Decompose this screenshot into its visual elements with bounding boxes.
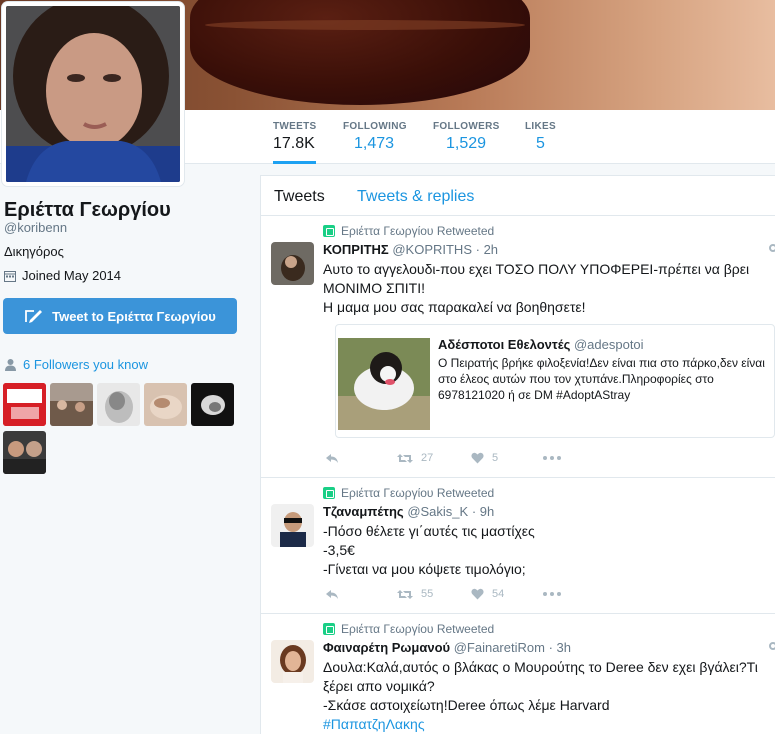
- heart-icon: [471, 588, 484, 600]
- tweet[interactable]: Εριέττα Γεωργίου Retweeted Τζαναμπέτης @…: [261, 478, 775, 614]
- quoted-tweet-text: Ο Πειρατής βρήκε φιλοξενία!Δεν είναι πια…: [438, 356, 765, 402]
- follower-avatar[interactable]: [3, 383, 46, 426]
- tweet-time[interactable]: · 3h: [549, 640, 571, 655]
- nav-likes[interactable]: LIKES 5: [525, 121, 556, 153]
- tweet-author-name[interactable]: Φαιναρέτη Ρωμανού: [323, 640, 450, 655]
- like-button[interactable]: 54: [471, 588, 543, 600]
- more-icon: [543, 456, 561, 460]
- nav-following[interactable]: FOLLOWING 1,473: [343, 121, 407, 153]
- person-icon: [5, 359, 16, 371]
- more-button[interactable]: [543, 456, 561, 460]
- tweet[interactable]: Εριέττα Γεωργίου Retweeted Φαιναρέτη Ρωμ…: [261, 614, 775, 734]
- more-button[interactable]: [543, 592, 561, 596]
- nav-followers[interactable]: FOLLOWERS 1,529: [433, 121, 500, 153]
- hashtag-link[interactable]: #ΠαπατζηΛακης: [323, 715, 773, 734]
- tweet-actions: 55 54: [325, 588, 561, 600]
- quoted-author-name: Αδέσποτοι Εθελοντές: [438, 337, 571, 352]
- tweet-options-icon[interactable]: [769, 642, 775, 650]
- quoted-tweet-image: [338, 338, 430, 430]
- tweet-avatar[interactable]: [271, 640, 314, 683]
- tab-tweets[interactable]: Tweets: [274, 188, 325, 206]
- followers-you-know-link[interactable]: 6 Followers you know: [4, 357, 148, 372]
- follower-avatar[interactable]: [3, 431, 46, 474]
- quoted-tweet[interactable]: Αδέσποτοι Εθελοντές @adespotoi Ο Πειρατή…: [335, 324, 775, 438]
- follower-avatar[interactable]: [144, 383, 187, 426]
- retweet-context: Εριέττα Γεωργίου Retweeted: [323, 224, 494, 238]
- reply-icon: [326, 453, 338, 463]
- tweet-author-handle[interactable]: @KOPRITHS: [392, 242, 472, 257]
- follower-avatar[interactable]: [50, 383, 93, 426]
- nav-tweets[interactable]: TWEETS 17.8K: [273, 121, 317, 164]
- tweet-to-button[interactable]: Tweet to Εριέττα Γεωργίου: [3, 298, 237, 334]
- heart-icon: [471, 452, 484, 464]
- tweet-time[interactable]: · 9h: [472, 504, 494, 519]
- quoted-author-handle: @adespotoi: [573, 337, 644, 352]
- timeline: Tweets Tweets & replies Εριέττα Γεωργίου…: [260, 175, 775, 734]
- tweet[interactable]: Εριέττα Γεωργίου Retweeted ΚΟΠΡΙΤΗΣ @KOP…: [261, 216, 775, 478]
- profile-name: Εριέττα Γεωργίου: [4, 199, 171, 221]
- tweet-author-handle[interactable]: @FainaretiRom: [454, 640, 545, 655]
- tweet-text: Δουλα:Καλά,αυτός ο βλάκας ο Μουρούτης το…: [323, 658, 773, 734]
- calendar-icon: [4, 270, 16, 282]
- tweet-avatar[interactable]: [271, 504, 314, 547]
- tweet-header: Φαιναρέτη Ρωμανού @FainaretiRom · 3h: [323, 640, 571, 655]
- retweet-icon: [323, 623, 335, 635]
- tweet-avatar[interactable]: [271, 242, 314, 285]
- tweet-text: Αυτο το αγγελουδι-που εχει ΤΟΣΟ ΠΟΛΥ ΥΠΟ…: [323, 261, 750, 315]
- compose-icon: [25, 310, 43, 323]
- retweet-button[interactable]: 27: [397, 452, 471, 464]
- joined-date: Joined May 2014: [4, 268, 121, 283]
- tab-tweets-replies[interactable]: Tweets & replies: [357, 188, 474, 206]
- retweet-icon: [323, 225, 335, 237]
- reply-button[interactable]: [325, 453, 397, 464]
- tweet-author-name[interactable]: Τζαναμπέτης: [323, 504, 404, 519]
- reply-icon: [326, 589, 338, 599]
- tweet-author-handle[interactable]: @Sakis_K: [407, 504, 468, 519]
- profile-handle[interactable]: @koribenn: [4, 220, 67, 235]
- tweet-actions: 27 5: [325, 452, 561, 464]
- timeline-tabs: Tweets Tweets & replies: [261, 176, 775, 216]
- quoted-tweet-header: Αδέσποτοι Εθελοντές @adespotoi: [438, 337, 644, 352]
- tweet-time[interactable]: · 2h: [476, 242, 498, 257]
- tweet-options-icon[interactable]: [769, 244, 775, 252]
- follower-avatar[interactable]: [191, 383, 234, 426]
- retweet-action-icon: [397, 453, 413, 463]
- retweet-context: Εριέττα Γεωργίου Retweeted: [323, 622, 494, 636]
- more-icon: [543, 592, 561, 596]
- retweet-button[interactable]: 55: [397, 588, 471, 600]
- tweet-header: ΚΟΠΡΙΤΗΣ @KOPRITHS · 2h: [323, 242, 498, 257]
- tweet-author-name[interactable]: ΚΟΠΡΙΤΗΣ: [323, 242, 389, 257]
- retweet-context: Εριέττα Γεωργίου Retweeted: [323, 486, 494, 500]
- follower-avatar[interactable]: [97, 383, 140, 426]
- profile-bio: Δικηγόρος: [4, 244, 64, 259]
- profile-avatar[interactable]: [2, 2, 184, 186]
- tweet-text: -Πόσο θέλετε γι΄αυτές τις μαστίχες -3,5€…: [323, 523, 535, 577]
- like-button[interactable]: 5: [471, 452, 543, 464]
- gavel-image: [190, 0, 530, 105]
- retweet-icon: [323, 487, 335, 499]
- tweet-header: Τζαναμπέτης @Sakis_K · 9h: [323, 504, 494, 519]
- retweet-action-icon: [397, 589, 413, 599]
- reply-button[interactable]: [325, 589, 397, 600]
